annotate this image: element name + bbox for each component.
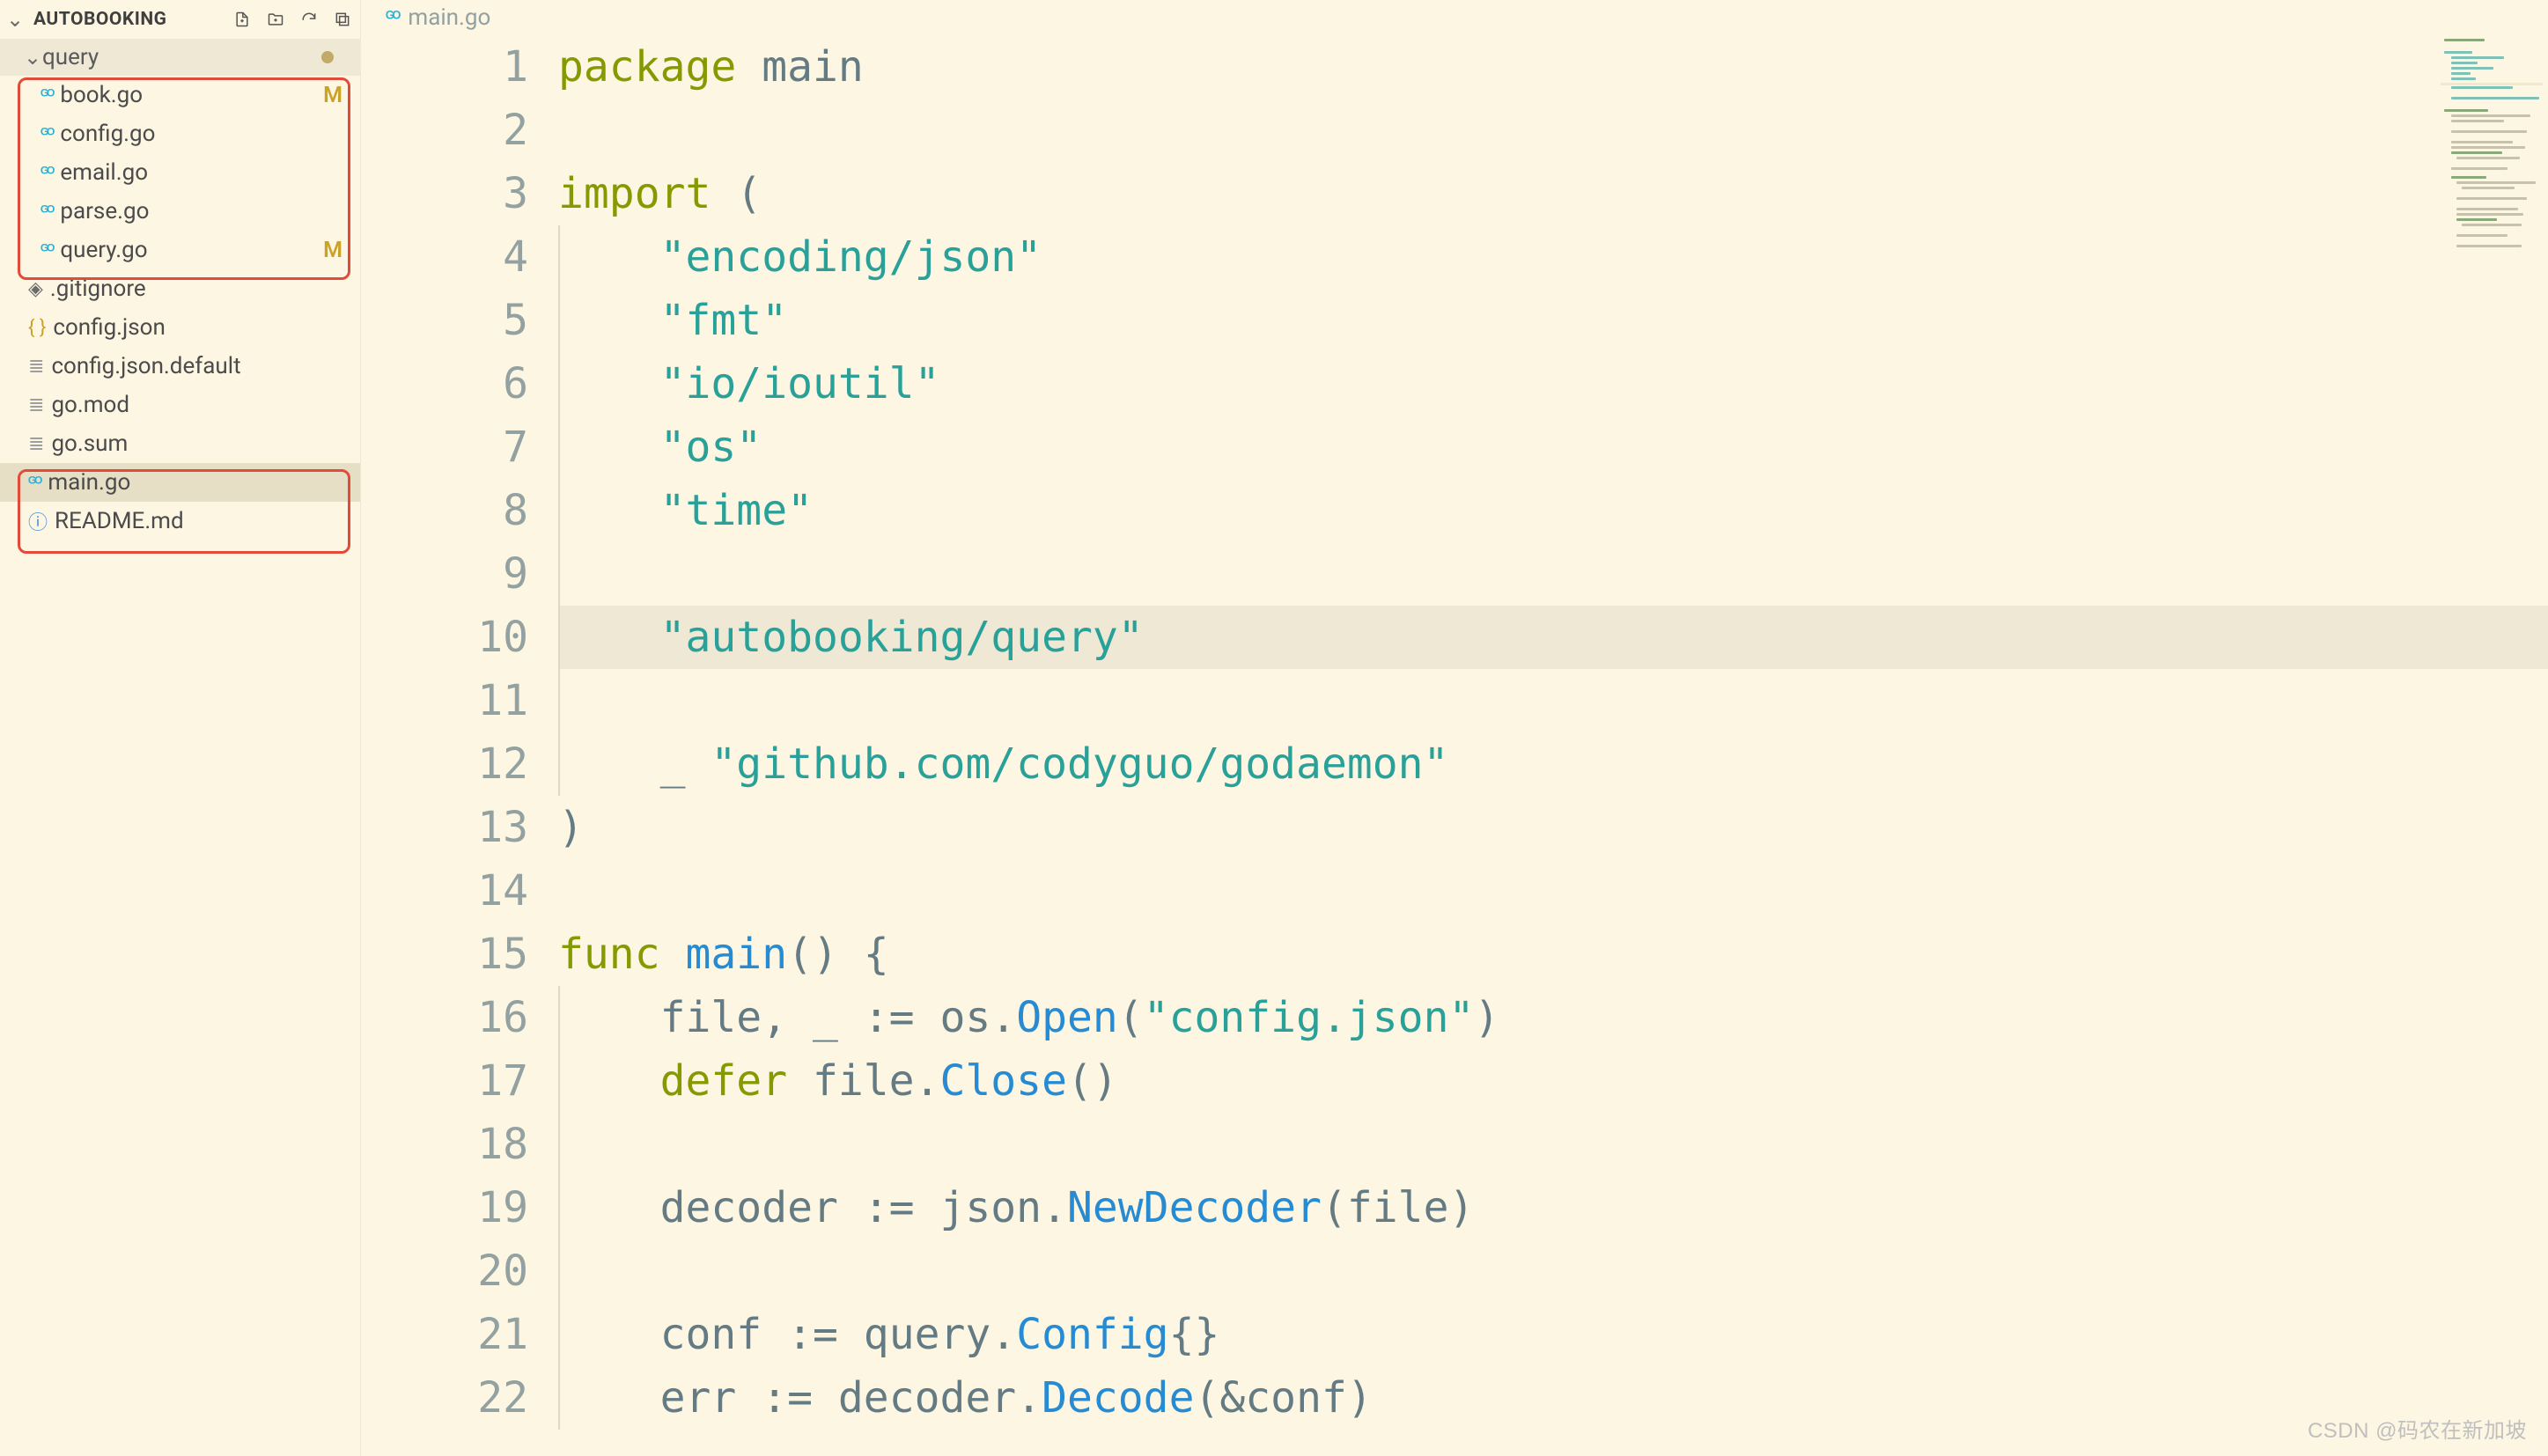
code-line: import ( [558,162,2548,225]
file-name: .gitignore [50,276,146,302]
chevron-down-icon[interactable]: ⌄ [5,7,25,32]
file-row[interactable]: ᴳᴼbook.goM [0,76,360,114]
file-explorer: ⌄ AUTOBOOKING ⌄ query ᴳᴼbook.goMᴳᴼconfig… [0,0,361,1456]
code-line [558,859,2548,923]
file-row[interactable]: ᴳᴼparse.go [0,192,360,231]
go-file-icon: ᴳᴼ [386,7,399,28]
file-name: go.mod [51,392,129,418]
editor: ᴳᴼ main.go 12345678910111213141516171819… [361,0,2548,1456]
code-line: defer file.Close() [558,1049,2548,1113]
code-line: "autobooking/query" [558,606,2548,669]
line-number: 3 [361,162,528,225]
line-number: 18 [361,1113,528,1176]
line-number: 11 [361,669,528,732]
file-row[interactable]: ≣go.sum [0,424,360,463]
file-row[interactable]: ≣config.json.default [0,347,360,386]
explorer-header: ⌄ AUTOBOOKING [0,0,360,39]
line-number: 14 [361,859,528,923]
file-row[interactable]: ᴳᴼquery.goM [0,231,360,269]
file-name: go.sum [51,430,128,457]
code-line [558,669,2548,732]
code-line: func main() { [558,923,2548,986]
vcs-status: M [323,83,342,108]
code-line: package main [558,35,2548,99]
file-name: config.json [53,314,166,341]
code-line [558,1239,2548,1303]
modified-dot-icon [321,51,334,63]
code-content[interactable]: package main import ( "encoding/json" "fm… [558,35,2548,1456]
file-name: config.json.default [51,353,240,379]
watermark-text: CSDN @码农在新加坡 [2308,1413,2527,1444]
file-row[interactable]: { }config.json [0,308,360,347]
folder-query[interactable]: ⌄ query [0,39,360,76]
file-name: README.md [55,508,184,534]
code-line: file, _ := os.Open("config.json") [558,986,2548,1049]
code-line: "fmt" [558,289,2548,352]
code-line: ) [558,796,2548,859]
file-row[interactable]: ◈.gitignore [0,269,360,308]
workspace-name: AUTOBOOKING [33,9,166,30]
new-folder-icon[interactable] [263,7,288,32]
file-name: parse.go [60,198,149,224]
line-number: 2 [361,99,528,162]
line-number: 1 [361,35,528,99]
code-line: "encoding/json" [558,225,2548,289]
folder-label: query [42,44,99,70]
line-number: 21 [361,1303,528,1366]
vcs-status: M [323,238,342,263]
line-number: 13 [361,796,528,859]
line-number-gutter: 12345678910111213141516171819202122 [361,35,558,1456]
code-line: decoder := json.NewDecoder(file) [558,1176,2548,1239]
line-number: 20 [361,1239,528,1303]
refresh-icon[interactable] [297,7,321,32]
file-row[interactable]: ᴳᴼconfig.go [0,114,360,153]
line-number: 15 [361,923,528,986]
line-number: 7 [361,415,528,479]
file-row[interactable]: ᴳᴼemail.go [0,153,360,192]
line-number: 16 [361,986,528,1049]
file-name: main.go [48,469,130,496]
code-line [558,542,2548,606]
code-line: "os" [558,415,2548,479]
collapse-all-icon[interactable] [330,7,355,32]
chevron-down-icon: ⌄ [23,45,42,70]
file-name: book.go [60,82,143,108]
file-row[interactable]: ⓘREADME.md [0,502,360,540]
file-name: config.go [60,121,155,147]
code-line [558,99,2548,162]
line-number: 10 [361,606,528,669]
editor-tab[interactable]: ᴳᴼ main.go [361,0,2548,35]
code-line: err := decoder.Decode(&conf) [558,1366,2548,1430]
code-line: "io/ioutil" [558,352,2548,415]
line-number: 5 [361,289,528,352]
line-number: 4 [361,225,528,289]
code-line: "time" [558,479,2548,542]
line-number: 22 [361,1366,528,1430]
line-number: 9 [361,542,528,606]
line-number: 19 [361,1176,528,1239]
line-number: 17 [361,1049,528,1113]
new-file-icon[interactable] [230,7,254,32]
file-name: email.go [60,159,148,186]
minimap[interactable] [2441,35,2543,290]
file-row[interactable]: ≣go.mod [0,386,360,424]
tab-filename: main.go [408,4,490,31]
code-area[interactable]: 12345678910111213141516171819202122 pack… [361,35,2548,1456]
file-row[interactable]: ᴳᴼmain.go [0,463,360,502]
file-name: query.go [60,237,147,263]
line-number: 12 [361,732,528,796]
code-line [558,1113,2548,1176]
code-line: _ "github.com/codyguo/godaemon" [558,732,2548,796]
file-tree: ⌄ query ᴳᴼbook.goMᴳᴼconfig.goᴳᴼemail.goᴳ… [0,39,360,540]
line-number: 8 [361,479,528,542]
line-number: 6 [361,352,528,415]
code-line: conf := query.Config{} [558,1303,2548,1366]
